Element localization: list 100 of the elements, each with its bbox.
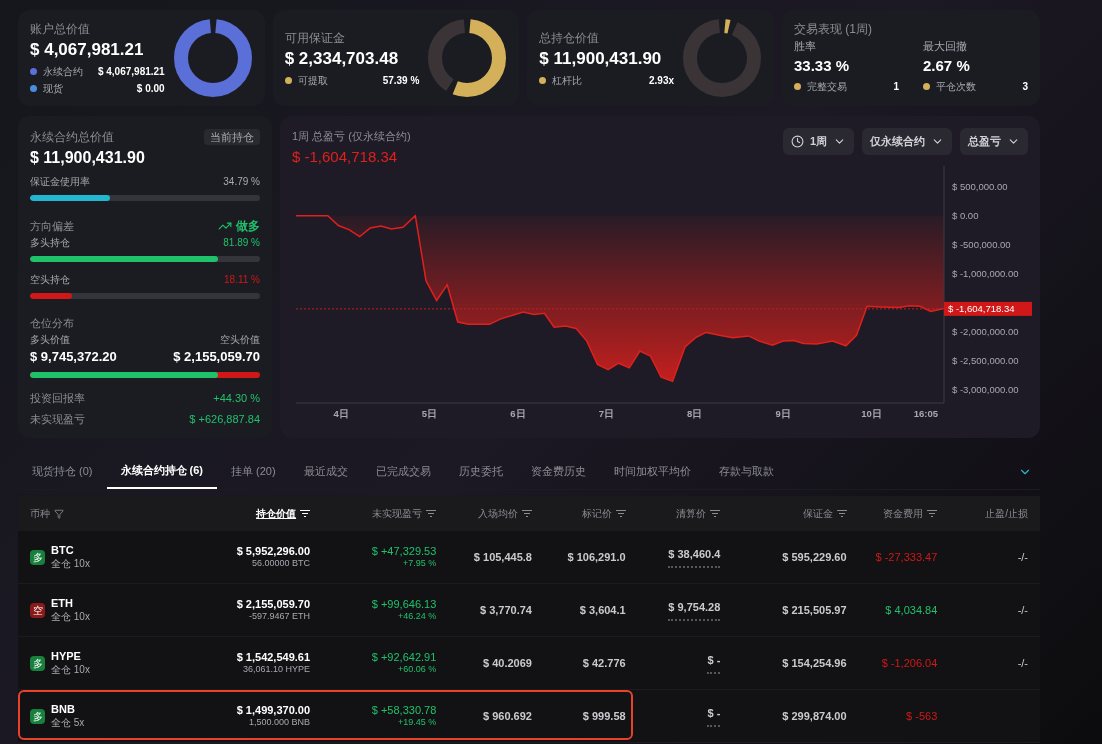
legend-label: 可提取 [297,73,329,88]
margin-mode: 全仓 10x [51,557,90,571]
tab[interactable]: 存款与取款 [704,454,788,489]
stat-label: 最大回撤 [923,39,968,54]
coin-symbol: BNB [51,702,76,717]
unrealized-pnl: $ +92,642.91 [371,650,437,665]
filter-dropdown[interactable]: 仅永续合约 [862,128,952,155]
column-header[interactable]: 保证金 [802,506,847,521]
y-tick-label: $ -1,000,000.00 [952,268,1019,280]
tab[interactable]: 现货持仓 (0) [18,454,107,489]
filter-dropdown[interactable]: 1周 [782,128,854,155]
card-title: 总持仓价值 [539,29,601,47]
chart-total-value: $ -1,604,718.34 [292,146,399,167]
margin-mode: 全仓 10x [51,663,90,677]
coin-symbol: HYPE [51,649,82,664]
chart-title: 1周 总盈亏 (仅永续合约) [292,129,411,144]
short-value-label: 空头价值 [220,332,260,347]
liquidation-price: $ 9,754.28 [668,598,721,622]
position-value: $ 5,952,296.00 [236,544,311,559]
legend-value: 2.93x [649,73,674,88]
tp-sl: -/- [1017,602,1029,618]
position-value: $ 1,499,370.00 [236,703,311,718]
tp-sl: -/- [1017,549,1029,565]
x-tick-label: 9日 [775,408,791,419]
position-value: $ 2,155,059.70 [236,597,311,612]
legend-label: 杠杆比 [552,73,584,88]
card-value: $ 2,334,703.48 [284,47,400,70]
stat-value: 33.33 % [794,55,851,76]
holding-badge[interactable]: 当前持仓 [204,128,260,146]
side-badge: 空 [30,602,45,618]
tab[interactable]: 挂单 (20) [217,454,290,489]
tab[interactable]: 资金费历史 [516,454,600,489]
card-value: $ 11,900,431.90 [539,47,663,70]
mark-price: $ 42.776 [582,655,626,671]
side-badge: 多 [30,549,45,565]
direction-value: 做多 [236,218,260,235]
liquidation-price: $ - [707,651,721,675]
x-tick-label: 8日 [687,408,703,419]
stat-value: 2.67 % [923,55,971,76]
pnl-percent: +7.95 % [403,558,437,570]
y-tick-label: $ 0.00 [952,210,979,222]
x-tick-label: 4日 [333,408,349,419]
column-header[interactable]: 币种 [30,506,64,521]
ref-line-label: $ -1,604,718.34 [948,303,1015,315]
metric-label: 投资回报率 [30,391,85,406]
mark-price: $ 3,604.1 [579,602,626,618]
funding-fee: $ -27,333.47 [875,549,938,565]
short-reading: 18.11 % [224,273,260,287]
column-header[interactable]: 止盈/止损 [985,506,1029,521]
column-header[interactable]: 标记价 [581,506,626,521]
y-tick-label: $ -2,500,000.00 [952,355,1019,367]
column-header[interactable]: 资金费用 [883,506,938,521]
tab[interactable]: 永续合约持仓 (6) [106,454,217,489]
unrealized-pnl: $ +99,646.13 [371,597,437,612]
x-end-label: 16:05 [913,408,938,419]
x-tick-label: 7日 [598,408,614,419]
pnl-percent: +19.45 % [398,717,437,729]
long-reading: 81.89 % [223,236,260,250]
mark-price: $ 106,291.0 [567,549,626,565]
tab[interactable]: 历史委托 [444,454,517,489]
entry-price: $ 105,445.8 [473,549,532,565]
tab[interactable]: 时间加权平均价 [599,454,705,489]
column-header[interactable]: 入场均价 [477,506,532,521]
liquidation-price: $ 38,460.4 [668,545,721,569]
filter-icon[interactable] [54,508,64,519]
position-value: $ 1,542,549.61 [236,650,311,665]
column-header[interactable]: 清算价 [676,506,721,521]
x-tick-label: 5日 [421,408,438,419]
metric-label: 未实现盈亏 [30,411,85,427]
tab[interactable]: 最近成交 [289,454,362,489]
position-size: 56.00000 BTC [252,558,311,570]
y-tick-label: $ -3,000,000.00 [952,384,1019,396]
pnl-percent: +60.06 % [398,664,437,676]
margin: $ 215,505.97 [782,602,847,618]
legend-value: $ 4,067,981.21 [97,65,165,79]
y-tick-label: $ -2,000,000.00 [952,326,1019,338]
unrealized-pnl: $ +58,330.78 [371,703,437,718]
y-tick-label: $ 500,000.00 [952,181,1008,193]
mark-price: $ 999.58 [582,708,626,724]
legend-label: 现货 [43,82,64,96]
metric-value: +44.30 % [213,391,260,406]
long-value: $ 9,745,372.20 [30,347,117,366]
clock-icon [790,135,804,148]
filter-dropdown[interactable]: 总盈亏 [960,128,1028,155]
column-header[interactable]: 持仓价值 [256,506,311,521]
long-value-label: 多头价值 [30,332,70,347]
side-badge: 多 [30,655,45,671]
entry-price: $ 3,770.74 [479,602,532,618]
metric-value: $ +626,887.84 [189,411,260,427]
stat-sub-value: 3 [1022,80,1028,94]
unrealized-pnl: $ +47,329.53 [371,544,437,559]
coin-symbol: ETH [51,596,74,611]
column-header[interactable]: 未实现盈亏 [372,506,437,521]
legend-value: $ 0.00 [136,82,165,96]
margin: $ 154,254.96 [782,655,847,671]
tab[interactable]: 已完成交易 [361,454,445,489]
y-tick-label: $ -500,000.00 [952,239,1011,251]
long-label: 多头持仓 [30,236,70,250]
coin-symbol: BTC [51,543,75,558]
stat-sub-label: 平仓次数 [936,80,977,94]
